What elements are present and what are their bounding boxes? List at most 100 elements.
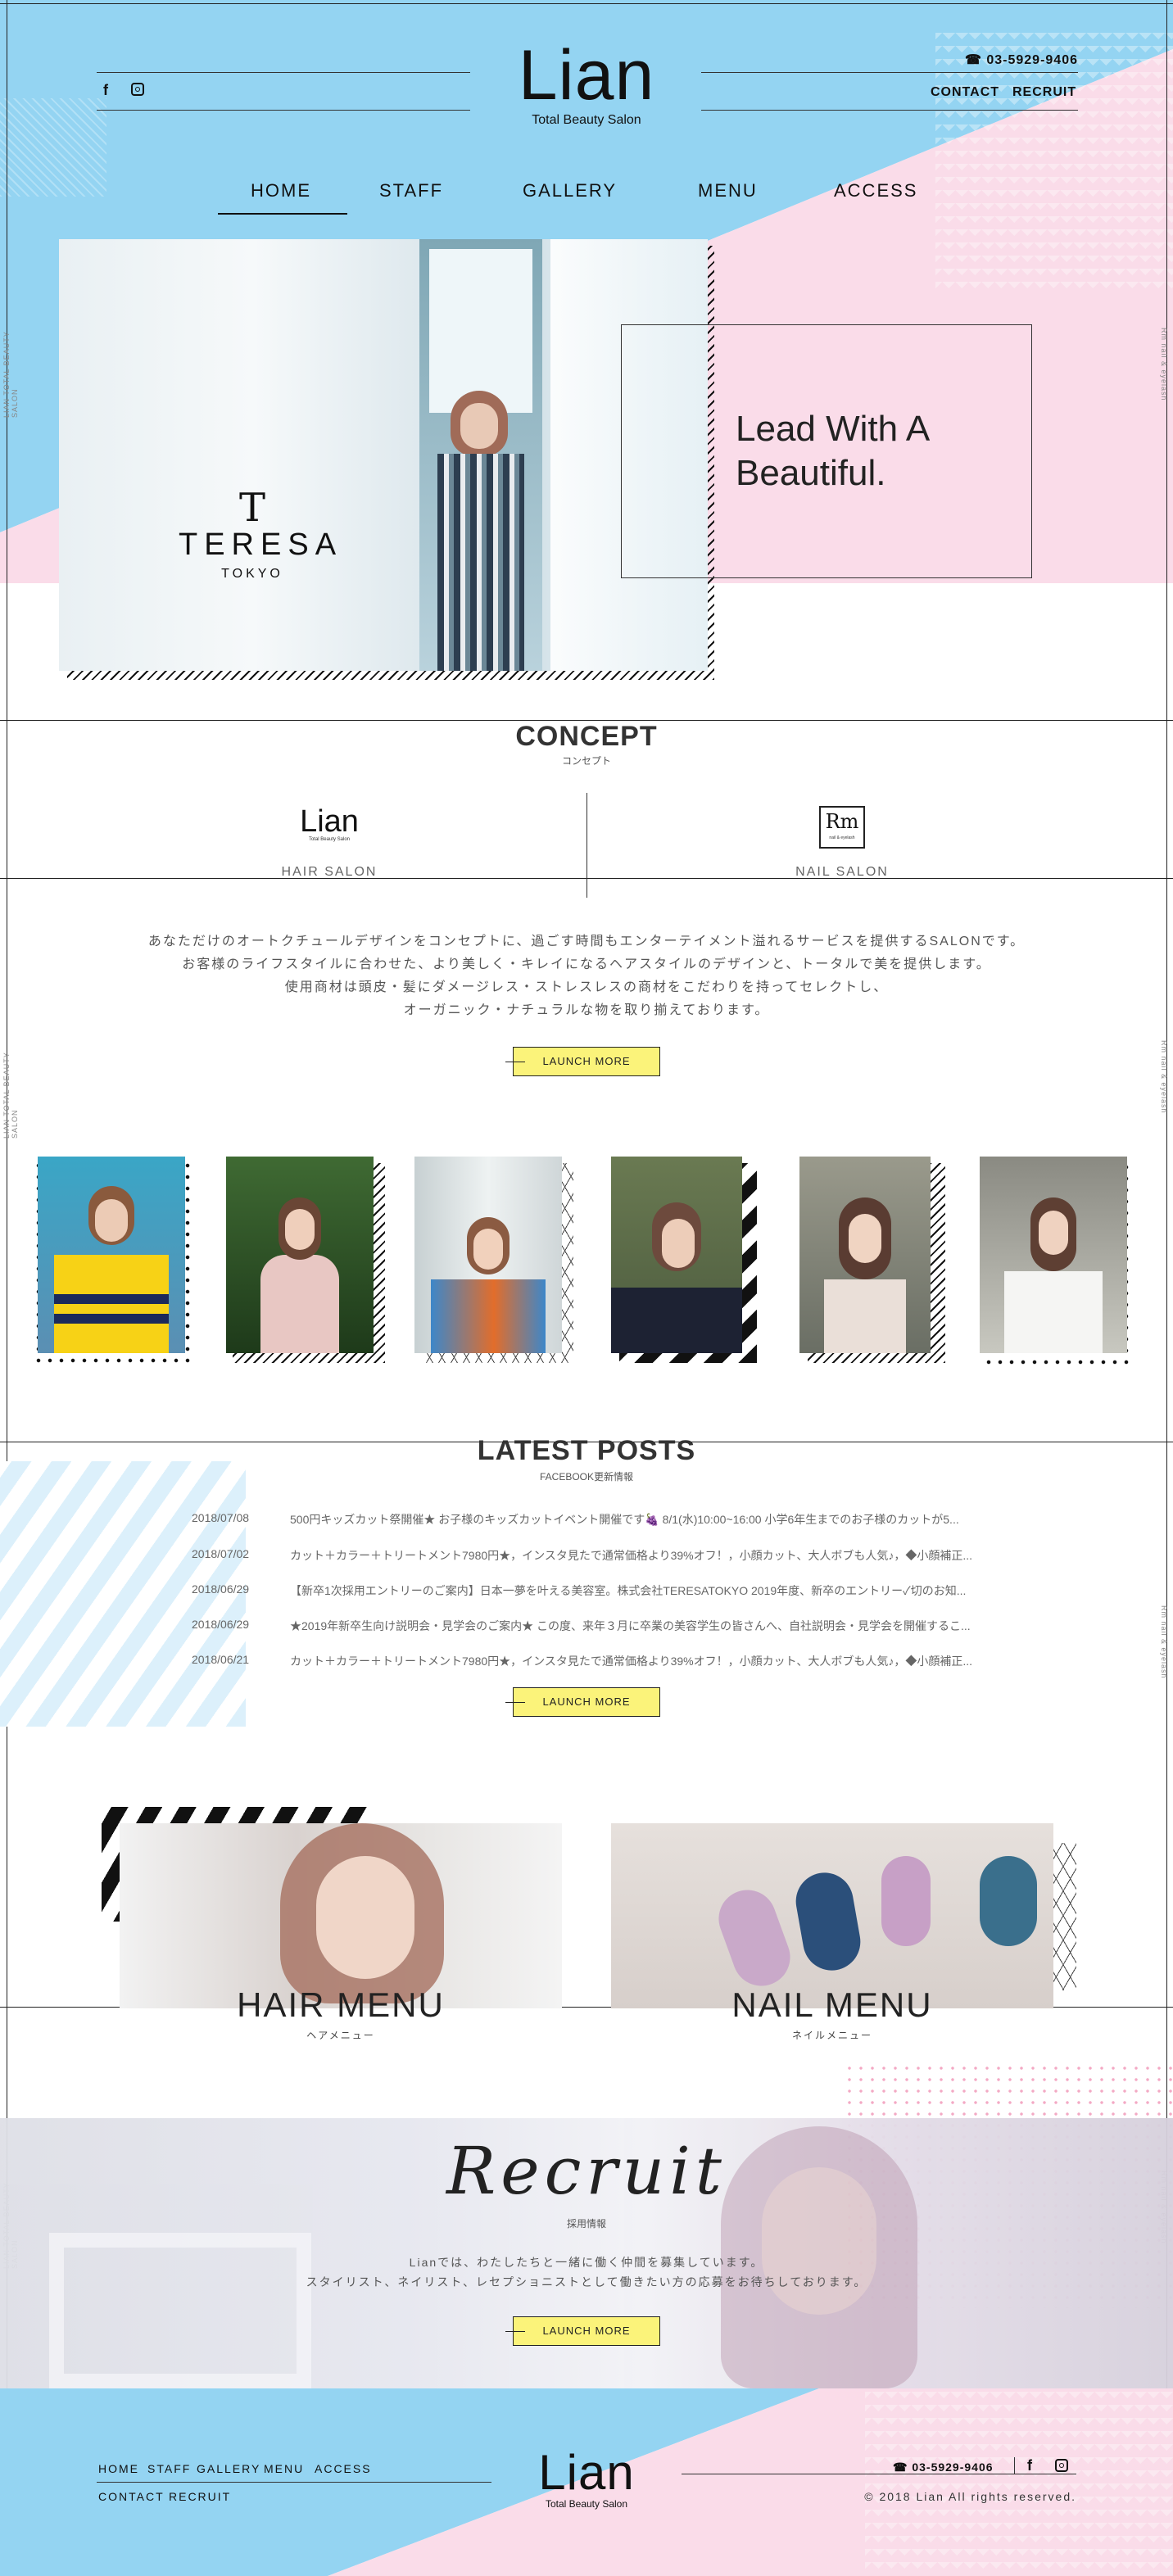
footer-link-recruit[interactable]: RECRUIT: [169, 2490, 231, 2503]
hair-menu-image[interactable]: [120, 1823, 562, 2008]
side-label-right: Rm nail & eyelash: [1160, 1605, 1168, 1679]
recruit-script-title: Recruit: [341, 2133, 832, 2209]
concept-text-line: 使用商材は頭皮・髪にダメージレス・ストレスレスの商材をこだわりを持ってセレクトし…: [284, 980, 889, 994]
footer-copyright: © 2018 Lian All rights reserved.: [864, 2490, 1076, 2503]
header-recruit-link[interactable]: RECRUIT: [1012, 85, 1076, 100]
concept-launch-more-button[interactable]: LAUNCH MORE: [505, 1047, 660, 1076]
hair-salon-logo[interactable]: Lian: [287, 804, 372, 840]
instagram-icon[interactable]: [1055, 2459, 1068, 2472]
site-logo-subtitle: Total Beauty Salon: [532, 113, 641, 127]
nail-salon-label[interactable]: NAIL SALON: [768, 865, 916, 880]
hair-salon-logo-sub: Total Beauty Salon: [308, 837, 351, 842]
post-date: 2018/07/02: [192, 1547, 250, 1560]
hero-tagline-line1: Lead With A: [736, 409, 931, 449]
footer-link-access[interactable]: ACCESS: [315, 2462, 372, 2475]
concept-text-line: オーガニック・ナチュラルな物を取り揃えております。: [403, 1003, 770, 1017]
site-logo[interactable]: Lian: [464, 36, 709, 115]
footer-phone[interactable]: ☎ 03-5929-9406: [893, 2461, 994, 2474]
gallery-photo[interactable]: [611, 1157, 742, 1353]
post-row[interactable]: 2018/06/29 【新卒1次採用エントリーのご案内】日本一夢を叶える美容室。…: [192, 1582, 978, 1599]
gallery-photo[interactable]: [226, 1157, 374, 1353]
posts-title: LATEST POSTS: [477, 1435, 696, 1466]
post-row[interactable]: 2018/07/08 500円キッズカット祭開催★ お子様のキッズカットイベント…: [192, 1511, 978, 1528]
concept-text-line: あなただけのオートクチュールデザインをコンセプトに、過ごす時間もエンターテイメン…: [147, 935, 1026, 948]
facebook-icon[interactable]: f: [103, 82, 108, 99]
footer-link-home[interactable]: HOME: [98, 2462, 139, 2475]
concept-text: あなただけのオートクチュールデザインをコンセプトに、過ごす時間もエンターテイメン…: [95, 930, 1078, 1022]
header-rule: [97, 72, 470, 73]
posts-subtitle: FACEBOOK更新情報: [539, 1471, 634, 1483]
nail-menu-title[interactable]: NAIL MENU: [677, 1985, 988, 2025]
nav-active-underline: [218, 213, 347, 215]
footer-link-staff[interactable]: STAFF: [147, 2462, 191, 2475]
recruit-subtitle: 採用情報: [566, 2218, 606, 2230]
facebook-icon[interactable]: f: [1027, 2457, 1032, 2474]
recruit-text-line: スタイリスト、ネイリスト、レセプショニストとして働きたい方の応募をお待ちしており…: [306, 2275, 867, 2289]
side-label-left: LIAN TOTAL BEAUTY SALON: [2, 1052, 19, 1139]
side-label-right: Rm nail & eyelash: [1160, 1040, 1168, 1114]
nav-item-home[interactable]: HOME: [251, 180, 311, 201]
teresa-mark: T: [238, 485, 265, 531]
concept-title: CONCEPT: [515, 721, 658, 752]
post-row[interactable]: 2018/06/29 ★2019年新卒生向け説明会・見学会のご案内★ この度、来…: [192, 1618, 978, 1634]
nav-item-menu[interactable]: MENU: [698, 180, 758, 201]
teresa-brand-name: TERESA: [179, 527, 343, 562]
footer-link-contact[interactable]: CONTACT: [98, 2490, 165, 2503]
footer-logo[interactable]: Lian: [505, 2446, 668, 2500]
footer-rule: [97, 2482, 491, 2483]
concept-subtitle: コンセプト: [561, 755, 611, 767]
hair-salon-label[interactable]: HAIR SALON: [256, 865, 403, 880]
header-contact-link[interactable]: CONTACT: [931, 85, 999, 100]
posts-launch-more-button[interactable]: LAUNCH MORE: [505, 1687, 660, 1717]
recruit-launch-more-button[interactable]: LAUNCH MORE: [505, 2316, 660, 2346]
gallery-photo[interactable]: [38, 1157, 185, 1353]
post-text[interactable]: 500円キッズカット祭開催★ お子様のキッズカットイベント開催です🍇 8/1(水…: [290, 1511, 978, 1528]
header-rule: [97, 110, 470, 111]
post-date: 2018/06/21: [192, 1653, 250, 1666]
hair-menu-title[interactable]: HAIR MENU: [185, 1985, 496, 2025]
footer-divider: [1014, 2457, 1015, 2474]
post-text[interactable]: ★2019年新卒生向け説明会・見学会のご案内★ この度、来年３月に卒業の美容学生…: [290, 1618, 978, 1634]
footer-logo-subtitle: Total Beauty Salon: [545, 2498, 628, 2510]
nail-salon-logo-text: Rm: [825, 810, 859, 833]
recruit-text-line: Lianでは、わたしたちと一緒に働く仲間を募集しています。: [409, 2256, 764, 2269]
nail-menu-image[interactable]: [611, 1823, 1053, 2008]
instagram-icon[interactable]: [131, 83, 144, 96]
post-row[interactable]: 2018/06/21 カット＋カラー＋トリートメント7980円★，インスタ見たで…: [192, 1653, 978, 1669]
nail-salon-logo-sub: nail & eyelash: [829, 835, 855, 840]
footer-link-gallery[interactable]: GALLERY: [197, 2462, 260, 2475]
header-rule: [701, 110, 1078, 111]
side-label-right: Rm nail & eyelash: [1160, 328, 1168, 401]
gallery-photo[interactable]: [799, 1157, 931, 1353]
post-text[interactable]: カット＋カラー＋トリートメント7980円★，インスタ見たで通常価格より39%オフ…: [290, 1653, 978, 1669]
hero-tagline-box: [621, 324, 1032, 578]
side-label-left: LIAN TOTAL BEAUTY SALON: [2, 331, 19, 418]
concept-divider: [586, 793, 587, 898]
teresa-city: TOKYO: [221, 567, 283, 581]
frame-line: [0, 3, 1173, 4]
footer-link-menu[interactable]: MENU: [264, 2462, 304, 2475]
gallery-photo[interactable]: [980, 1157, 1127, 1353]
post-text[interactable]: カット＋カラー＋トリートメント7980円★，インスタ見たで通常価格より39%オフ…: [290, 1547, 978, 1564]
page: f Lian Total Beauty Salon ☎ 03-5929-9406…: [0, 0, 1173, 2576]
nav-item-staff[interactable]: STAFF: [379, 180, 443, 201]
recruit-script-text: Recruit: [446, 2133, 727, 2209]
gallery-photo[interactable]: [414, 1157, 562, 1353]
post-date: 2018/06/29: [192, 1582, 250, 1596]
header-phone[interactable]: ☎ 03-5929-9406: [950, 52, 1078, 68]
nail-salon-logo[interactable]: Rm nail & eyelash: [819, 806, 865, 849]
post-date: 2018/06/29: [192, 1618, 250, 1631]
nav-item-gallery[interactable]: GALLERY: [523, 180, 617, 201]
header-pattern-left: [0, 98, 106, 197]
post-date: 2018/07/08: [192, 1511, 250, 1524]
post-row[interactable]: 2018/07/02 カット＋カラー＋トリートメント7980円★，インスタ見たで…: [192, 1547, 978, 1564]
nail-menu-subtitle: ネイルメニュー: [791, 2030, 872, 2041]
header-rule: [701, 72, 1078, 73]
footer-pattern: [865, 2392, 1173, 2572]
hero-image: [59, 239, 708, 671]
hair-menu-subtitle: ヘアメニュー: [306, 2030, 375, 2041]
post-text[interactable]: 【新卒1次採用エントリーのご案内】日本一夢を叶える美容室。株式会社TERESAT…: [290, 1582, 978, 1599]
recruit-text: Lianでは、わたしたちと一緒に働く仲間を募集しています。 スタイリスト、ネイリ…: [177, 2252, 996, 2292]
hero-tagline-line2: Beautiful.: [736, 453, 886, 493]
nav-item-access[interactable]: ACCESS: [834, 180, 917, 201]
